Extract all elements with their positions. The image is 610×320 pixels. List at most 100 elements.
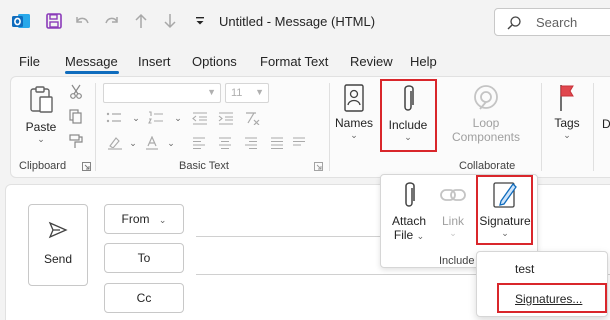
send-icon — [48, 221, 68, 239]
tags-label: Tags — [554, 116, 580, 130]
font-name-combo[interactable]: ▼ — [103, 83, 221, 103]
paperclip-icon — [404, 85, 414, 111]
signature-chevron-icon: ⌄ — [501, 228, 509, 238]
tab-help[interactable]: Help — [410, 54, 437, 69]
next-item-down-arrow-icon[interactable] — [159, 10, 181, 32]
link-label: Link — [441, 214, 464, 228]
font-size-combo[interactable]: 11 ▼ — [225, 83, 269, 103]
include-group-label: Include — [439, 255, 475, 267]
redo-icon[interactable] — [101, 10, 123, 32]
separator — [329, 83, 330, 171]
cc-button[interactable]: Cc — [104, 283, 184, 313]
increase-indent-icon[interactable] — [217, 110, 235, 126]
search-placeholder: Search — [536, 15, 578, 30]
to-label: To — [137, 251, 151, 265]
tab-insert[interactable]: Insert — [138, 54, 171, 69]
font-color-dropdown-icon[interactable]: ⌄ — [165, 135, 177, 151]
align-right-icon[interactable] — [243, 135, 259, 151]
bullets-dropdown-icon[interactable]: ⌄ — [129, 110, 143, 126]
tab-file[interactable]: File — [19, 54, 40, 69]
dictate-button[interactable]: D — [602, 117, 610, 131]
copy-icon[interactable] — [67, 108, 85, 126]
from-chevron-icon: ⌄ — [158, 215, 167, 225]
loop-components-button[interactable]: Loop Components — [443, 83, 529, 144]
ribbon: Paste ⌄ Clipboard ▼ 11 ▼ ⌄ ⌄ ⌄ ⌄ Basic T… — [10, 76, 610, 178]
paste-icon — [30, 86, 53, 113]
separator — [541, 83, 542, 171]
include-label: Include — [388, 118, 428, 132]
tags-button[interactable]: Tags ⌄ — [549, 83, 585, 141]
components-label: Components — [451, 130, 521, 144]
highlight-color-icon[interactable] — [105, 135, 125, 151]
names-chevron-icon: ⌄ — [350, 130, 358, 140]
tab-message[interactable]: Message — [65, 54, 118, 69]
clipboard-dialog-launcher-icon[interactable] — [81, 161, 91, 171]
paste-button[interactable]: Paste ⌄ — [21, 85, 61, 145]
active-tab-indicator — [65, 71, 119, 74]
cc-label: Cc — [136, 291, 152, 305]
signature-label: Signature — [479, 214, 531, 228]
numbering-icon[interactable] — [147, 110, 165, 126]
to-button[interactable]: To — [104, 243, 184, 273]
address-book-icon — [344, 84, 364, 112]
paste-chevron-icon: ⌄ — [37, 134, 45, 144]
save-icon[interactable] — [43, 10, 65, 32]
clear-formatting-icon[interactable] — [243, 110, 261, 126]
align-center-icon[interactable] — [217, 135, 233, 151]
justify-icon[interactable] — [269, 135, 285, 151]
paste-label: Paste — [25, 120, 57, 134]
search-box[interactable]: Search — [494, 8, 610, 36]
basic-text-dialog-launcher-icon[interactable] — [313, 161, 323, 171]
send-label: Send — [43, 252, 73, 266]
attach-label: Attach — [391, 214, 427, 228]
tab-options[interactable]: Options — [192, 54, 237, 69]
send-button[interactable]: Send — [28, 204, 88, 286]
flag-icon — [560, 85, 574, 111]
clipboard-group-label: Clipboard — [19, 160, 67, 172]
customize-toolbar-chevron-icon[interactable] — [189, 10, 211, 32]
search-icon — [506, 15, 522, 34]
tab-review[interactable]: Review — [350, 54, 393, 69]
names-label: Names — [335, 116, 374, 130]
signature-pen-icon — [493, 182, 517, 208]
signature-menu: test Signatures... — [476, 251, 608, 317]
decrease-indent-icon[interactable] — [191, 110, 209, 126]
cut-icon[interactable] — [67, 83, 85, 101]
include-chevron-icon: ⌄ — [404, 132, 412, 142]
signature-button[interactable]: Signature ⌄ — [477, 179, 533, 239]
previous-item-up-arrow-icon[interactable] — [130, 10, 152, 32]
chevron-down-icon: ▼ — [255, 87, 264, 97]
from-button[interactable]: From ⌄ — [104, 204, 184, 234]
separator — [95, 83, 96, 171]
undo-icon[interactable] — [71, 10, 93, 32]
highlight-dropdown-icon[interactable]: ⌄ — [127, 135, 139, 151]
loop-icon — [474, 85, 498, 110]
link-button[interactable]: Link ⌄ — [435, 181, 471, 239]
file-label: File — [393, 228, 414, 242]
loop-label: Loop — [472, 116, 500, 130]
link-chevron-icon: ⌄ — [449, 228, 457, 238]
window-title: Untitled - Message (HTML) — [219, 14, 376, 29]
bullets-icon[interactable] — [105, 110, 123, 126]
title-bar: Untitled - Message (HTML) Search — [0, 0, 610, 44]
format-painter-icon[interactable] — [67, 133, 85, 151]
align-left-icon[interactable] — [191, 135, 207, 151]
paperclip-icon — [405, 182, 415, 207]
font-size-value: 11 — [231, 87, 243, 99]
chevron-down-icon: ▼ — [207, 87, 216, 97]
from-field-line — [196, 236, 396, 237]
include-button[interactable]: Include ⌄ — [383, 83, 433, 143]
tab-format-text[interactable]: Format Text — [260, 54, 328, 69]
numbering-dropdown-icon[interactable]: ⌄ — [171, 110, 185, 126]
attach-file-button[interactable]: Attach File ⌄ — [387, 181, 431, 242]
signature-item-test[interactable]: test — [515, 262, 534, 276]
font-color-icon[interactable] — [143, 135, 161, 151]
outlook-app-icon — [10, 10, 32, 32]
more-formatting-icon[interactable] — [291, 135, 307, 151]
names-button[interactable]: Names ⌄ — [335, 83, 373, 141]
basic-text-group-label: Basic Text — [179, 160, 229, 172]
from-label: From — [121, 212, 150, 226]
signatures-menu-item[interactable]: Signatures... — [515, 292, 582, 306]
separator — [593, 83, 594, 171]
link-icon — [440, 189, 466, 201]
